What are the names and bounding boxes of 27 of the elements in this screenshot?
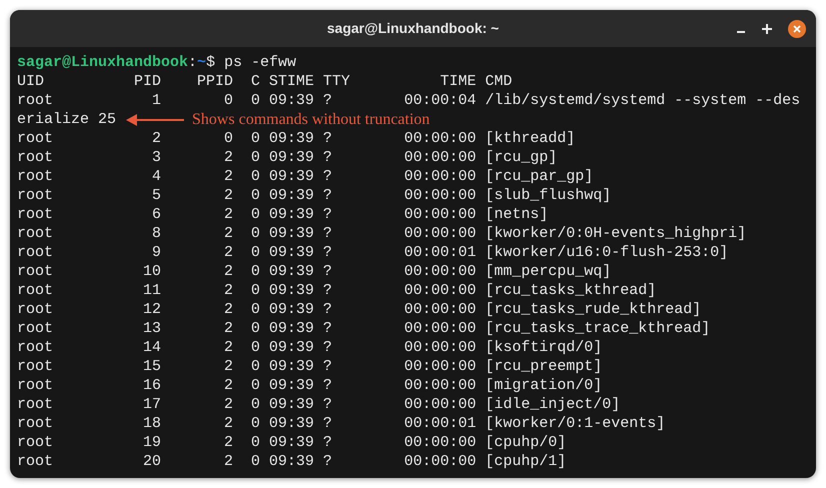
output-line: root 19 2 0 09:39 ? 00:00:00 [cpuhp/0] [17,433,568,452]
output-line: root 17 2 0 09:39 ? 00:00:00 [idle_inject/0] [17,395,622,414]
output-line: root 1 0 0 09:39 ? 00:00:04 /lib/systemd/systemd --system --des [17,91,802,110]
output-line: root 4 2 0 09:39 ? 00:00:00 [rcu_par_gp] [17,167,594,186]
output-line: root 20 2 0 09:39 ? 00:00:00 [cpuhp/1] [17,452,568,471]
output-line: root 3 2 0 09:39 ? 00:00:00 [rcu_gp] [17,148,558,167]
plus-icon[interactable] [762,24,772,34]
annotation-text: Shows commands without truncation [192,110,430,129]
output-line: erialize 25 [17,110,116,129]
output-line: root 9 2 0 09:39 ? 00:00:01 [kworker/u16:0-flush-253:0] [17,243,730,262]
arrow-icon [126,114,184,126]
output-line: root 8 2 0 09:39 ? 00:00:00 [kworker/0:0H-events_highpri] [17,224,748,243]
output-line: root 13 2 0 09:39 ? 00:00:00 [rcu_tasks_trace_kthread] [17,319,712,338]
window-title: sagar@Linuxhandbook: ~ [327,19,499,38]
output-line: root 2 0 0 09:39 ? 00:00:00 [kthreadd] [17,129,576,148]
output-line: root 5 2 0 09:39 ? 00:00:00 [slub_flushwq] [17,186,612,205]
output-line: root 16 2 0 09:39 ? 00:00:00 [migration/0] [17,376,604,395]
output-line: root 11 2 0 09:39 ? 00:00:00 [rcu_tasks_kthread] [17,281,658,300]
output-line: root 12 2 0 09:39 ? 00:00:00 [rcu_tasks_rude_kthread] [17,300,702,319]
output-line: root 18 2 0 09:39 ? 00:00:01 [kworker/0:1-events] [17,414,666,433]
output-line: root 6 2 0 09:39 ? 00:00:00 [netns] [17,205,550,224]
close-icon[interactable] [788,20,806,38]
output-line: root 10 2 0 09:39 ? 00:00:00 [mm_percpu_wq] [17,262,612,281]
output-line: root 15 2 0 09:39 ? 00:00:00 [rcu_preempt] [17,357,604,376]
shell-prompt: sagar@Linuxhandbook:~$ ps -efww [17,53,298,72]
output-line: root 14 2 0 09:39 ? 00:00:00 [ksoftirqd/0] [17,338,604,357]
output-line: UID PID PPID C STIME TTY TIME CMD [17,72,514,91]
